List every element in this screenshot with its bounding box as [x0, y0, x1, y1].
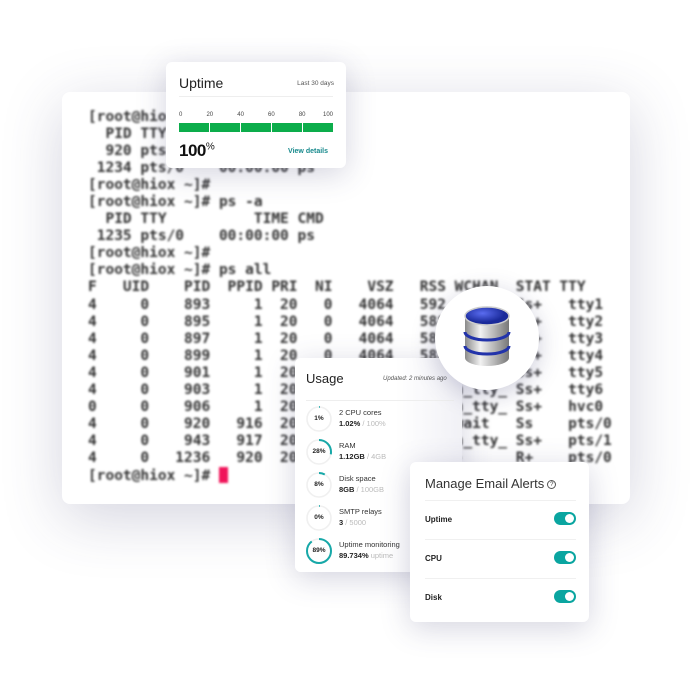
alert-row-disk: Disk: [425, 578, 576, 617]
terminal-prompt: [root@hiox ~]#: [88, 467, 219, 484]
ring-label: 28%: [312, 448, 326, 455]
ring-label: 1%: [314, 415, 324, 422]
bar-segment: [179, 123, 209, 132]
uptime-value: 100: [179, 141, 206, 160]
tick-label: 80: [298, 112, 306, 118]
usage-row: 1% 2 CPU cores 1.02% / 100%: [306, 404, 456, 434]
tick-label: 40: [237, 112, 244, 118]
usage-value: 8GB / 100GB: [339, 485, 384, 494]
alert-label: CPU: [425, 554, 442, 563]
usage-total: / 5000: [343, 518, 367, 527]
uptime-bar: [179, 123, 333, 132]
tick-label: 60: [268, 112, 275, 118]
bar-segment: [303, 123, 333, 132]
usage-value: 1.12GB / 4GB: [339, 452, 386, 461]
uptime-percent: 100%: [179, 141, 215, 161]
usage-value: 3 / 5000: [339, 518, 366, 527]
ring-label: 8%: [314, 481, 324, 488]
usage-name: 2 CPU cores: [339, 408, 382, 417]
usage-name: Uptime monitoring: [339, 540, 400, 549]
uptime-ticks: 0 20 40 60 80 100: [179, 112, 333, 120]
alert-row-cpu: CPU: [425, 539, 576, 578]
usage-current: 8GB: [339, 485, 355, 494]
usage-total: uptime: [368, 551, 394, 560]
bar-segment: [210, 123, 240, 132]
usage-total: / 100%: [360, 419, 386, 428]
usage-total: / 4GB: [364, 452, 387, 461]
tick-label: 100: [322, 112, 333, 118]
alerts-title: Manage Email Alerts?: [425, 476, 557, 491]
bar-segment: [241, 123, 271, 132]
view-details-link[interactable]: View details: [288, 148, 328, 155]
bar-segment: [272, 123, 302, 132]
alerts-title-text: Manage Email Alerts: [425, 476, 545, 491]
uptime-card: Uptime Last 30 days 0 20 40 60 80 100 10…: [166, 62, 346, 168]
usage-name: Disk space: [339, 474, 376, 483]
uptime-unit: %: [205, 141, 215, 153]
terminal-cursor[interactable]: [218, 466, 228, 483]
usage-value: 1.02% / 100%: [339, 419, 386, 428]
usage-name: SMTP relays: [339, 507, 382, 516]
usage-current: 89.734%: [339, 551, 369, 560]
cpu-toggle[interactable]: [554, 551, 576, 564]
email-alerts-card: Manage Email Alerts? Uptime CPU Disk: [410, 462, 589, 622]
uptime-title: Uptime: [179, 75, 224, 91]
usage-total: / 100GB: [354, 485, 385, 494]
usage-current: 1.12GB: [339, 452, 365, 461]
usage-current: 1.02%: [339, 419, 361, 428]
help-icon[interactable]: ?: [547, 480, 557, 489]
divider: [179, 96, 333, 97]
alert-label: Uptime: [425, 515, 453, 524]
uptime-range: Last 30 days: [297, 80, 334, 87]
uptime-toggle[interactable]: [554, 512, 576, 525]
usage-title: Usage: [306, 371, 344, 386]
ring-label: 89%: [312, 547, 326, 554]
usage-value: 89.734% uptime: [339, 551, 393, 560]
alert-row-uptime: Uptime: [425, 500, 576, 539]
database-badge: [435, 286, 539, 390]
alert-label: Disk: [425, 593, 442, 602]
database-icon: [463, 306, 511, 366]
ring-label: 0%: [314, 514, 324, 521]
disk-toggle[interactable]: [554, 590, 576, 603]
tick-label: 20: [206, 112, 214, 118]
tick-label: 0: [179, 112, 183, 118]
divider: [306, 400, 454, 401]
usage-name: RAM: [339, 441, 356, 450]
